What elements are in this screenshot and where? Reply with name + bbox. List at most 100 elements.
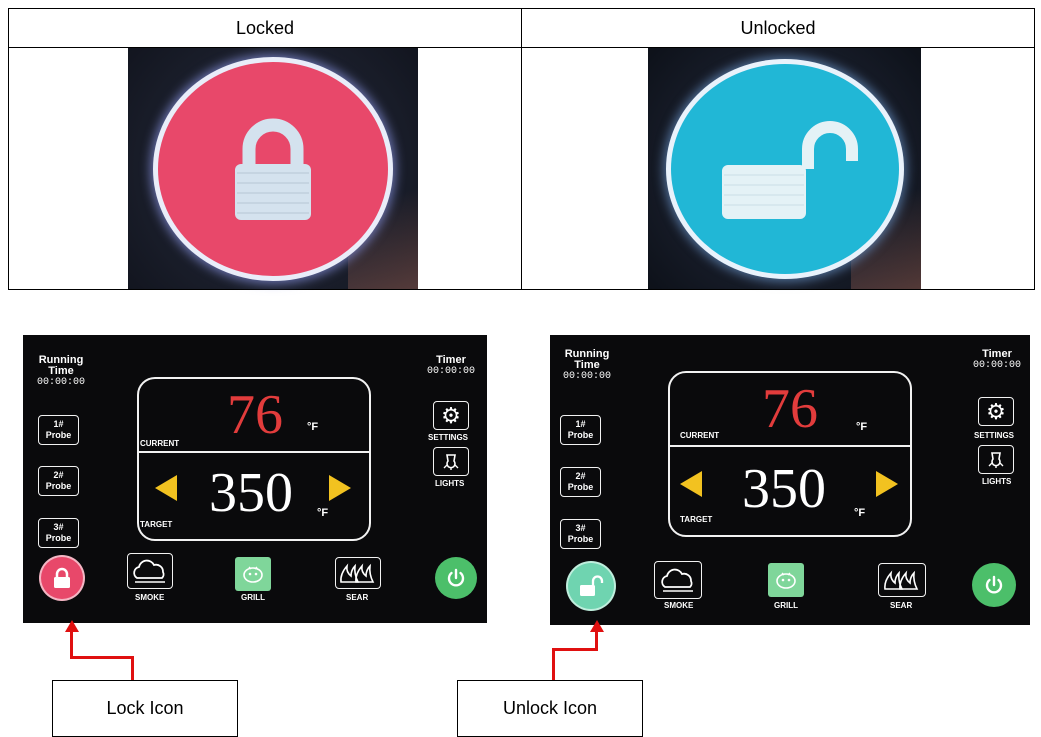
probe-number: 2# <box>575 471 586 481</box>
controller-screen-locked: Running Time 00:00:00 Timer 00:00:00 76 … <box>23 335 487 623</box>
unlocked-photo <box>648 48 921 289</box>
probe-word: Probe <box>567 534 594 544</box>
running-time-block: Running Time 00:00:00 <box>554 348 620 383</box>
grill-mode-button[interactable] <box>235 557 271 591</box>
gear-icon: ⚙ <box>986 398 1006 424</box>
probe-word: Probe <box>45 481 72 491</box>
sear-label: SEAR <box>346 593 369 602</box>
settings-button[interactable]: ⚙ <box>433 401 469 430</box>
target-unit: °F <box>317 507 329 519</box>
grill-pig-icon <box>243 566 263 583</box>
padlock-open-icon <box>721 120 858 219</box>
lights-label: LIGHTS <box>982 477 1012 486</box>
current-temp-value: 76 <box>762 378 818 440</box>
grill-label: GRILL <box>774 601 798 610</box>
target-unit: °F <box>854 507 866 519</box>
header-unlocked: Unlocked <box>521 8 1035 48</box>
running-time-value: 00:00:00 <box>562 371 611 382</box>
temperature-panel: 76 °F CURRENT 350 °F TARGET <box>137 377 371 541</box>
locked-button-closeup <box>158 61 388 276</box>
power-button[interactable] <box>435 557 477 599</box>
probe-2-button[interactable]: 2# Probe <box>560 467 601 497</box>
flames-icon <box>340 563 375 583</box>
smoke-label: SMOKE <box>664 601 694 610</box>
smoke-mode-button[interactable] <box>127 553 173 589</box>
probe-3-button[interactable]: 3# Probe <box>38 518 79 548</box>
target-temp-value: 350 <box>209 462 293 524</box>
smoke-mode-button[interactable] <box>654 561 702 599</box>
lights-button[interactable] <box>433 447 469 476</box>
increase-target-arrow[interactable] <box>876 471 898 497</box>
unlock-icon-callout: Unlock Icon <box>457 680 643 737</box>
grill-label: GRILL <box>241 593 265 602</box>
running-time-label: Running Time <box>564 348 610 371</box>
probe-1-button[interactable]: 1# Probe <box>38 415 79 445</box>
decrease-target-arrow[interactable] <box>155 475 177 501</box>
unlocked-cell <box>521 47 1035 290</box>
timer-block[interactable]: Timer 00:00:00 <box>421 354 481 378</box>
lock-pointer-line <box>70 630 73 658</box>
probe-2-button[interactable]: 2# Probe <box>38 466 79 496</box>
probe-1-button[interactable]: 1# Probe <box>560 415 601 445</box>
increase-target-arrow[interactable] <box>329 475 351 501</box>
panel-divider <box>670 445 910 447</box>
probe-number: 1# <box>53 419 64 429</box>
temperature-panel: 76 °F CURRENT 350 °F TARGET <box>668 371 912 537</box>
lock-comparison-table: Locked Unlocked <box>8 8 1035 290</box>
probe-3-button[interactable]: 3# Probe <box>560 519 601 549</box>
probe-word: Probe <box>567 430 594 440</box>
lock-icon-callout: Lock Icon <box>52 680 238 737</box>
power-icon <box>447 568 465 587</box>
unlock-pointer-line <box>595 630 598 650</box>
grill-pig-icon <box>776 572 796 589</box>
target-label: TARGET <box>680 515 713 524</box>
settings-label: SETTINGS <box>428 433 469 442</box>
power-icon <box>985 575 1003 594</box>
sear-label: SEAR <box>890 601 913 610</box>
lock-pointer-line <box>131 656 134 682</box>
locked-photo <box>128 48 418 289</box>
probe-word: Probe <box>45 533 72 543</box>
settings-button[interactable]: ⚙ <box>978 397 1014 426</box>
decrease-target-arrow[interactable] <box>680 471 702 497</box>
timer-label: Timer <box>436 354 466 366</box>
light-bulb-icon <box>988 451 1004 468</box>
padlock-closed-icon <box>54 567 70 588</box>
grill-mode-button[interactable] <box>768 563 804 597</box>
unlocked-button-closeup <box>670 63 899 274</box>
probe-number: 2# <box>53 470 64 480</box>
running-time-block: Running Time 00:00:00 <box>29 354 93 389</box>
timer-label: Timer <box>982 348 1012 360</box>
lights-button[interactable] <box>978 445 1014 474</box>
current-temp-value: 76 <box>227 384 283 446</box>
power-button[interactable] <box>972 563 1016 607</box>
probe-number: 3# <box>53 522 64 532</box>
sear-mode-button[interactable] <box>335 557 381 589</box>
unlock-pointer-line <box>552 648 555 682</box>
target-label: TARGET <box>140 520 173 529</box>
lights-label: LIGHTS <box>435 479 465 488</box>
current-label: CURRENT <box>680 431 720 440</box>
smoke-cloud-icon <box>661 568 693 592</box>
smoke-label: SMOKE <box>135 593 165 602</box>
running-time-value: 00:00:00 <box>36 377 85 388</box>
timer-value: 00:00:00 <box>972 360 1021 371</box>
smoke-cloud-icon <box>133 559 165 583</box>
padlock-closed-icon <box>235 118 311 220</box>
lock-button[interactable] <box>41 557 83 599</box>
sear-mode-button[interactable] <box>878 563 926 597</box>
probe-word: Probe <box>45 430 72 440</box>
current-label: CURRENT <box>140 439 180 448</box>
timer-value: 00:00:00 <box>426 366 475 377</box>
probe-word: Probe <box>567 482 594 492</box>
timer-block[interactable]: Timer 00:00:00 <box>966 348 1028 372</box>
unlock-button[interactable] <box>568 563 614 609</box>
locked-cell <box>8 47 522 290</box>
unlock-pointer-line <box>552 648 598 651</box>
padlock-open-icon <box>580 575 604 596</box>
probe-number: 3# <box>575 523 586 533</box>
flames-icon <box>884 570 919 590</box>
controller-screen-unlocked: Running Time 00:00:00 Timer 00:00:00 76 … <box>550 335 1030 625</box>
running-time-label: Running Time <box>38 354 84 377</box>
light-bulb-icon <box>443 453 459 470</box>
